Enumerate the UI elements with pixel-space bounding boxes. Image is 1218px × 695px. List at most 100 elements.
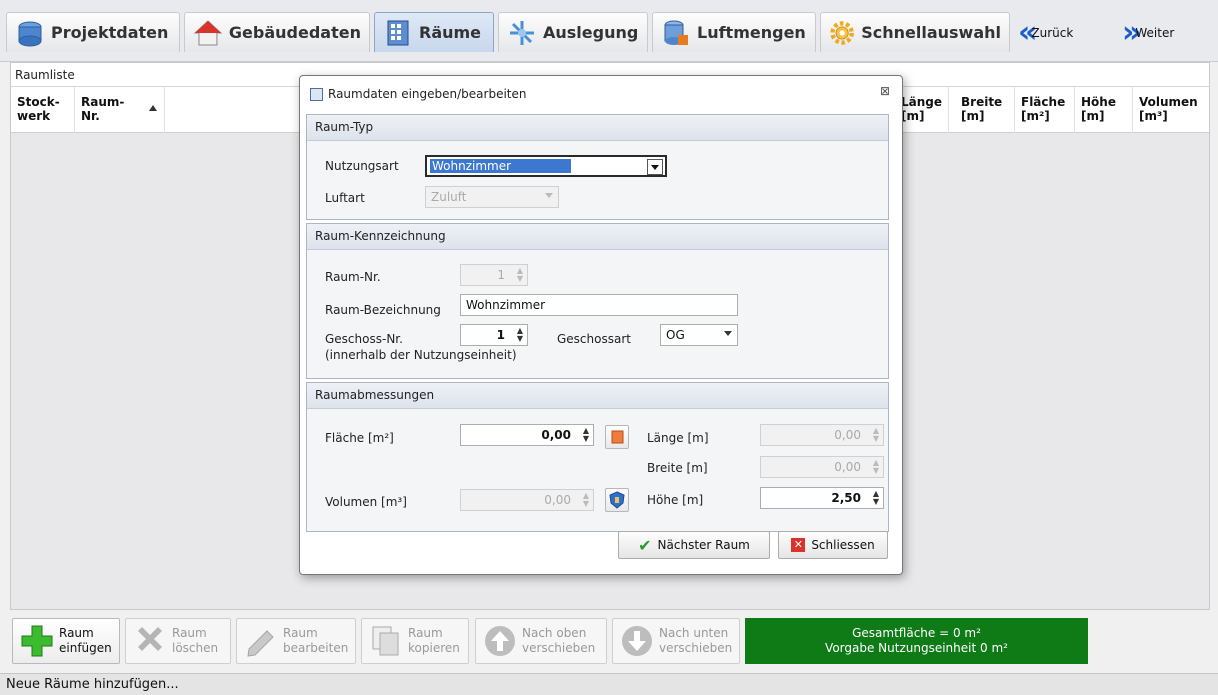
status-bar: Neue Räume hinzufügen... bbox=[0, 673, 1218, 695]
dropdown-arrow-icon bbox=[647, 159, 663, 175]
edit-room-label: Raum bearbeiten bbox=[283, 626, 349, 655]
tab-auslegung[interactable]: Auslegung bbox=[498, 12, 648, 52]
sort-ascending-icon bbox=[149, 105, 157, 111]
design-icon bbox=[510, 20, 534, 45]
dropdown-arrow-icon bbox=[545, 193, 553, 198]
tab-raeume[interactable]: Räume bbox=[374, 12, 494, 52]
house-icon bbox=[193, 19, 223, 45]
calc-area-button[interactable] bbox=[605, 425, 629, 449]
summary-total: Gesamtfläche = 0 m² bbox=[852, 626, 981, 640]
col-laenge[interactable]: Länge [m] bbox=[895, 87, 949, 133]
chevron-right-icon: » bbox=[1122, 15, 1142, 50]
col-stockwerk[interactable]: Stock- werk bbox=[11, 87, 75, 133]
geschoss-label: Geschoss-Nr. bbox=[325, 332, 403, 346]
close-icon[interactable]: ⊠ bbox=[880, 84, 890, 98]
room-data-dialog: Raumdaten eingeben/bearbeiten ⊠ Raum-Typ… bbox=[299, 75, 903, 575]
bottom-toolbar: Raum einfügen Raum löschen Raum bearbeiten … bbox=[0, 610, 1218, 672]
back-label: Zurück bbox=[1031, 26, 1074, 40]
group-heading: Raum-Kennzeichnung bbox=[307, 224, 888, 250]
geschossart-select[interactable]: OG bbox=[660, 324, 738, 346]
group-raumabmessungen: Raumabmessungen Fläche [m²] 0,00 ▲ ▼ Läng… bbox=[306, 382, 889, 532]
tab-gebaeudedaten[interactable]: Gebäudedaten bbox=[184, 12, 370, 52]
back-button[interactable]: « Zurück bbox=[1018, 18, 1073, 48]
bezeichnung-label: Raum-Bezeichnung bbox=[325, 303, 441, 317]
nutzungsart-label: Nutzungsart bbox=[325, 159, 399, 173]
luftart-select[interactable]: Zuluft bbox=[425, 186, 559, 208]
copy-icon bbox=[372, 626, 399, 656]
breite-input[interactable]: 0,00 ▲ ▼ bbox=[760, 456, 884, 478]
project-icon bbox=[18, 21, 42, 46]
gear-icon bbox=[830, 20, 854, 45]
arrow-down-icon bbox=[622, 626, 652, 656]
add-room-button[interactable]: Raum einfügen bbox=[12, 618, 120, 664]
nutzungsart-select[interactable]: Wohnzimmer bbox=[425, 155, 667, 177]
copy-room-button[interactable]: Raum kopieren bbox=[361, 618, 469, 664]
flaeche-input[interactable]: 0,00 ▲ ▼ bbox=[460, 424, 594, 446]
laenge-input[interactable]: 0,00 ▲ ▼ bbox=[760, 424, 884, 446]
next-label: Weiter bbox=[1135, 26, 1175, 40]
edit-room-button[interactable]: Raum bearbeiten bbox=[236, 618, 356, 664]
breite-label: Breite [m] bbox=[647, 461, 708, 475]
laenge-label: Länge [m] bbox=[647, 431, 709, 445]
tab-luftmengen[interactable]: Luftmengen bbox=[652, 12, 816, 52]
geschoss-value: 1 bbox=[496, 328, 505, 342]
tab-label: Schnellauswahl bbox=[861, 23, 1001, 42]
geschossart-label: Geschossart bbox=[557, 332, 631, 346]
volumen-input[interactable]: 0,00 ▲ ▼ bbox=[460, 489, 594, 511]
summary-target: Vorgabe Nutzungseinheit 0 m² bbox=[825, 641, 1008, 655]
area-calc-icon bbox=[611, 430, 624, 444]
move-down-label: Nach unten verschieben bbox=[659, 626, 733, 655]
calc-volume-button[interactable] bbox=[605, 488, 629, 512]
luftart-value: Zuluft bbox=[431, 190, 467, 204]
flaeche-label: Fläche [m²] bbox=[325, 431, 394, 445]
tab-label: Gebäudedaten bbox=[228, 23, 361, 42]
spinner-icon: ▲ ▼ bbox=[516, 326, 523, 343]
arrow-up-icon bbox=[485, 626, 515, 656]
move-up-button[interactable]: Nach oben verschieben bbox=[475, 618, 607, 664]
hoehe-input[interactable]: 2,50 ▲ ▼ bbox=[760, 487, 884, 509]
raumnr-label: Raum-Nr. bbox=[325, 270, 381, 284]
geschossart-value: OG bbox=[666, 328, 685, 342]
tab-projektdaten[interactable]: Projektdaten bbox=[6, 12, 180, 52]
dialog-titlebar: Raumdaten eingeben/bearbeiten bbox=[300, 76, 902, 110]
col-breite[interactable]: Breite [m] bbox=[955, 87, 1015, 133]
add-room-label: Raum einfügen bbox=[59, 626, 112, 655]
raumnr-value: 1 bbox=[497, 268, 505, 282]
raumnr-input[interactable]: 1 ▲ ▼ bbox=[460, 264, 528, 286]
geschoss-input[interactable]: 1 ▲ ▼ bbox=[460, 324, 528, 346]
spinner-icon: ▲ ▼ bbox=[872, 458, 879, 475]
bezeichnung-input[interactable]: Wohnzimmer bbox=[460, 294, 738, 316]
close-dialog-button[interactable]: ✕ Schliessen bbox=[778, 531, 888, 559]
group-heading: Raumabmessungen bbox=[307, 383, 888, 409]
tab-label: Luftmengen bbox=[697, 23, 806, 42]
next-button[interactable]: » Weiter bbox=[1122, 18, 1174, 48]
group-raum-kennzeichnung: Raum-Kennzeichnung Raum-Nr. 1 ▲ ▼ Raum-Be… bbox=[306, 223, 889, 379]
col-flaeche[interactable]: Fläche [m²] bbox=[1015, 87, 1075, 133]
volumen-value: 0,00 bbox=[544, 493, 571, 507]
delete-room-button[interactable]: Raum löschen bbox=[125, 618, 231, 664]
volume-calc-icon bbox=[609, 491, 625, 509]
col-volumen[interactable]: Volumen [m³] bbox=[1133, 87, 1209, 133]
tab-schnellauswahl[interactable]: Schnellauswahl bbox=[820, 12, 1010, 52]
group-heading: Raum-Typ bbox=[307, 115, 888, 141]
nutzungsart-value: Wohnzimmer bbox=[430, 159, 572, 173]
spinner-icon: ▲ ▼ bbox=[872, 426, 879, 443]
tab-label: Projektdaten bbox=[51, 23, 169, 42]
move-down-button[interactable]: Nach unten verschieben bbox=[612, 618, 740, 664]
laenge-value: 0,00 bbox=[834, 428, 861, 442]
tab-label: Auslegung bbox=[543, 23, 639, 42]
window-icon bbox=[310, 88, 323, 101]
col-hoehe[interactable]: Höhe [m] bbox=[1075, 87, 1133, 133]
geschoss-sublabel: (innerhalb der Nutzungseinheit) bbox=[325, 348, 517, 362]
move-up-label: Nach oben verschieben bbox=[522, 626, 596, 655]
tab-label: Räume bbox=[419, 23, 482, 42]
pencil-icon bbox=[247, 630, 274, 657]
close-dialog-label: Schliessen bbox=[811, 538, 875, 552]
spinner-icon: ▲ ▼ bbox=[516, 266, 523, 283]
volumen-label: Volumen [m³] bbox=[325, 495, 407, 509]
chevron-left-icon: « bbox=[1018, 15, 1038, 50]
delete-icon bbox=[138, 627, 162, 651]
luftart-label: Luftart bbox=[325, 191, 365, 205]
flaeche-value: 0,00 bbox=[541, 428, 571, 442]
next-room-button[interactable]: ✔ Nächster Raum bbox=[618, 531, 770, 559]
